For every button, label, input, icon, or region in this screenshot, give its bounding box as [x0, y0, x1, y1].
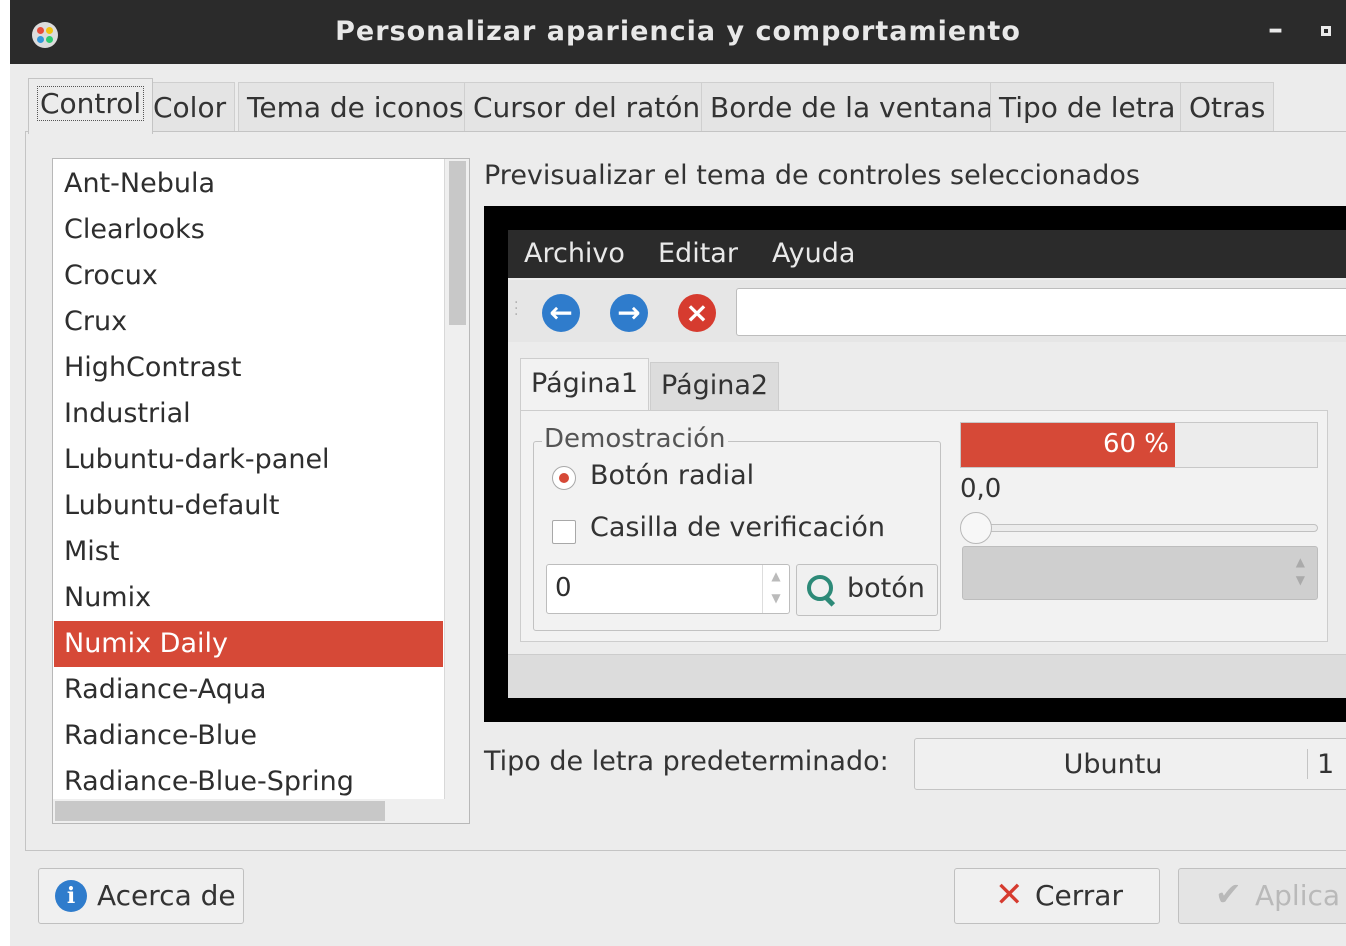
font-label: Tipo de letra predeterminado:	[484, 746, 889, 777]
minimize-icon[interactable]: –	[1268, 12, 1283, 47]
tab-window-border[interactable]: Borde de la ventana	[701, 82, 1003, 132]
font-size: 1	[1317, 749, 1335, 780]
list-item[interactable]: Radiance-Blue	[54, 713, 443, 759]
list-item[interactable]: Lubuntu-default	[54, 483, 443, 529]
progress-text: 60 %	[1102, 429, 1169, 459]
slider-track[interactable]	[962, 524, 1318, 532]
close-icon: ✕	[995, 875, 1024, 915]
list-item[interactable]: Industrial	[54, 391, 443, 437]
progress-bar: 60 %	[960, 422, 1318, 468]
forward-arrow-icon[interactable]: →	[610, 294, 648, 332]
list-item[interactable]: Ant-Nebula	[54, 161, 443, 207]
menu-ayuda[interactable]: Ayuda	[772, 238, 855, 269]
about-label: Acerca de	[97, 879, 236, 912]
preview-statusbar	[508, 654, 1346, 698]
hscroll-thumb[interactable]	[55, 801, 385, 821]
stop-icon[interactable]: ×	[678, 294, 716, 332]
maximize-icon[interactable]	[1321, 26, 1331, 36]
list-item[interactable]: Numix	[54, 575, 443, 621]
title-bar: Personalizar apariencia y comportamiento…	[10, 0, 1346, 64]
font-name: Ubuntu	[1063, 749, 1163, 780]
close-button[interactable]: ✕ Cerrar	[954, 868, 1160, 924]
tab-font[interactable]: Tipo de letra	[990, 82, 1185, 132]
about-button[interactable]: i Acerca de	[38, 868, 244, 924]
tab-pagina2[interactable]: Página2	[650, 362, 780, 410]
spin-value: 0	[555, 573, 572, 603]
theme-list[interactable]: Ant-Nebula Clearlooks Crocux Crux HighCo…	[52, 158, 470, 824]
check-icon: ✔	[1215, 875, 1242, 913]
menu-archivo[interactable]: Archivo	[524, 238, 625, 269]
apply-label: Aplica	[1255, 879, 1341, 912]
preview-toolbar: · · · ← → ×	[508, 280, 1346, 342]
combo-arrows-icon: ▲ ▼	[1295, 555, 1305, 587]
slider-knob[interactable]	[960, 512, 992, 544]
radio-label[interactable]: Botón radial	[590, 460, 754, 491]
frame-label: Demostración	[542, 424, 728, 454]
tab-mouse-cursor[interactable]: Cursor del ratón	[464, 82, 710, 132]
tab-pagina1[interactable]: Página1	[520, 358, 650, 410]
tab-color[interactable]: Color	[144, 82, 236, 132]
list-item[interactable]: Lubuntu-dark-panel	[54, 437, 443, 483]
font-separator	[1307, 749, 1308, 779]
search-icon	[807, 575, 833, 601]
vscroll-thumb[interactable]	[449, 161, 466, 325]
url-entry[interactable]	[736, 288, 1346, 336]
checkbox-label[interactable]: Casilla de verificación	[590, 512, 885, 543]
list-item[interactable]: HighContrast	[54, 345, 443, 391]
theme-list-vscrollbar[interactable]	[444, 159, 469, 799]
theme-list-hscrollbar[interactable]	[53, 799, 469, 823]
list-item[interactable]: Crux	[54, 299, 443, 345]
spin-arrows-icon[interactable]: ▲ ▼	[762, 565, 789, 613]
appearance-window: Personalizar apariencia y comportamiento…	[10, 0, 1346, 946]
search-button-label: botón	[847, 573, 925, 604]
preview-label: Previsualizar el tema de controles selec…	[484, 160, 1140, 191]
list-item[interactable]: Radiance-Aqua	[54, 667, 443, 713]
tab-control[interactable]: Control	[28, 78, 154, 134]
window-title: Personalizar apariencia y comportamiento	[335, 16, 1021, 47]
list-item[interactable]: Clearlooks	[54, 207, 443, 253]
scale-value: 0,0	[960, 474, 1002, 504]
radio-button[interactable]	[552, 466, 576, 490]
tab-other[interactable]: Otras	[1180, 82, 1275, 132]
toolbar-grip-icon[interactable]: · · ·	[514, 296, 518, 322]
tab-icon-theme[interactable]: Tema de iconos	[238, 82, 473, 132]
preview-window: Archivo Editar Ayuda · · · ← → × Página1 P…	[508, 230, 1346, 698]
apply-button[interactable]: ✔ Aplica	[1178, 868, 1346, 924]
close-label: Cerrar	[1035, 879, 1123, 912]
search-button[interactable]: botón	[796, 564, 938, 616]
menu-editar[interactable]: Editar	[658, 238, 738, 269]
combo-box[interactable]: ▲ ▼	[962, 546, 1318, 600]
info-icon: i	[55, 880, 87, 912]
preview-frame: Archivo Editar Ayuda · · · ← → × Página1 P…	[484, 206, 1346, 722]
checkbox[interactable]	[552, 520, 576, 544]
list-item-selected[interactable]: Numix Daily	[54, 621, 443, 667]
list-item[interactable]: Mist	[54, 529, 443, 575]
list-item[interactable]: Crocux	[54, 253, 443, 299]
font-button[interactable]: Ubuntu 1	[914, 738, 1346, 790]
spin-button[interactable]: 0 ▲ ▼	[546, 564, 790, 614]
preview-menubar: Archivo Editar Ayuda	[508, 230, 1346, 278]
back-arrow-icon[interactable]: ←	[542, 294, 580, 332]
